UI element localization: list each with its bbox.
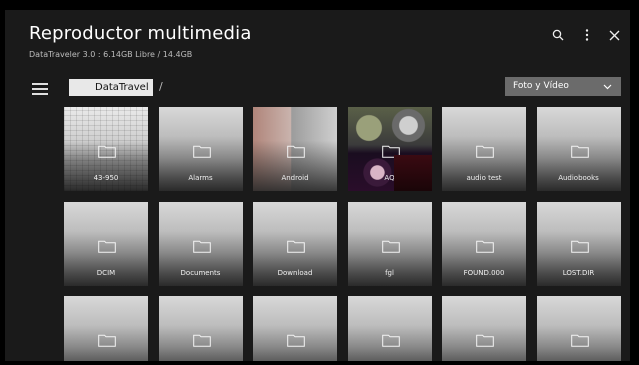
folder-icon — [570, 332, 589, 347]
folder-label: 43-950 — [93, 174, 119, 182]
folder-icon — [192, 332, 211, 347]
folder-tile[interactable]: Download — [253, 201, 337, 286]
media-type-dropdown[interactable]: Foto y Vídeo — [505, 77, 621, 96]
folder-tile[interactable]: DCIM — [64, 201, 148, 286]
folder-label: audio test — [466, 174, 502, 182]
folder-tile[interactable] — [442, 296, 526, 361]
folder-tile[interactable] — [64, 296, 148, 361]
folder-label: LOST.DIR — [562, 268, 595, 277]
folder-icon — [192, 238, 211, 253]
media-type-selected: Foto y Vídeo — [513, 81, 569, 91]
folder-label: Android — [281, 174, 309, 182]
folder-tile[interactable]: AQ — [347, 107, 432, 191]
storage-info: DataTraveler 3.0 : 6.14GB Libre / 14.4GB — [29, 50, 193, 59]
folder-tile[interactable]: Documents — [158, 201, 243, 286]
folder-tile[interactable] — [347, 296, 432, 361]
folder-icon — [476, 332, 494, 347]
folder-tile[interactable]: 43-950 — [64, 107, 148, 191]
folder-tile[interactable]: Android — [253, 107, 337, 191]
folder-icon — [570, 238, 589, 253]
folder-icon — [476, 143, 494, 158]
folder-label: Alarms — [188, 174, 213, 182]
folder-icon — [570, 143, 589, 158]
folder-label: Audiobooks — [558, 174, 599, 182]
folder-tile[interactable]: Alarms — [158, 107, 243, 191]
folder-label: Documents — [180, 268, 221, 277]
folder-tile[interactable]: audio test — [442, 107, 526, 191]
folder-label: AQ — [384, 174, 395, 182]
search-icon[interactable] — [549, 26, 567, 44]
folder-icon — [98, 238, 116, 253]
folder-label: DCIM — [96, 268, 116, 277]
menu-icon[interactable] — [32, 83, 48, 95]
folder-tile[interactable]: Audiobooks — [536, 107, 621, 191]
folder-icon — [98, 143, 116, 158]
folder-tile[interactable]: LOST.DIR — [536, 201, 621, 286]
folder-icon — [287, 332, 305, 347]
path-separator: / — [159, 80, 163, 93]
close-icon[interactable] — [605, 26, 623, 44]
folder-tile[interactable] — [253, 296, 337, 361]
folder-icon — [98, 332, 116, 347]
folder-tile[interactable] — [536, 296, 621, 361]
media-player-screen: Reproductor multimedia DataTraveler 3.0 … — [5, 10, 630, 361]
more-vertical-icon[interactable] — [578, 26, 596, 44]
folder-label: FOUND.000 — [463, 268, 505, 277]
folder-icon — [287, 143, 305, 158]
folder-icon — [192, 143, 211, 158]
folder-icon — [381, 332, 400, 347]
folder-icon — [287, 238, 305, 253]
folder-tile[interactable]: fgl — [347, 201, 432, 286]
page-title: Reproductor multimedia — [29, 23, 252, 44]
folder-tile[interactable] — [158, 296, 243, 361]
chevron-down-icon — [603, 84, 612, 90]
folder-icon — [381, 238, 400, 253]
folder-tile[interactable]: FOUND.000 — [442, 201, 526, 286]
folder-label: fgl — [385, 268, 394, 277]
folder-icon — [476, 238, 494, 253]
folder-label: Download — [277, 268, 313, 277]
path-breadcrumb[interactable]: DataTravel — [69, 79, 153, 96]
folder-icon — [381, 143, 400, 158]
